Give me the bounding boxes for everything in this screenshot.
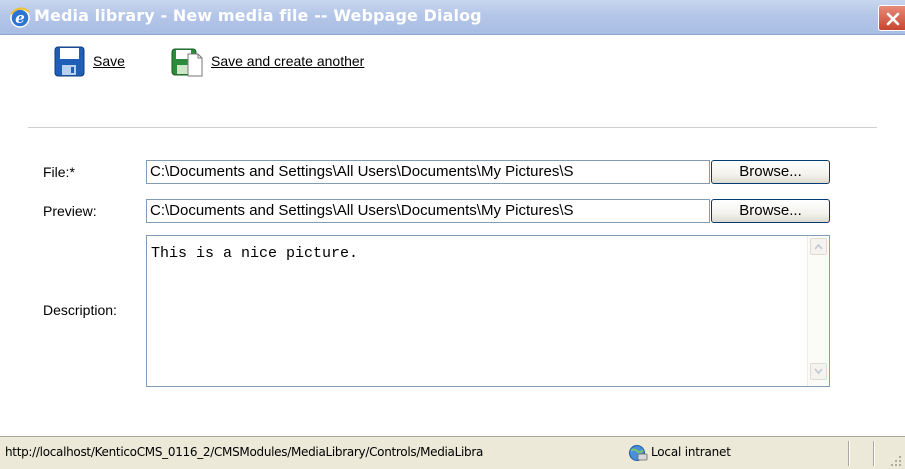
save-button[interactable]: Save [53, 44, 125, 78]
ie-icon: e [10, 7, 30, 28]
save-and-create-another-button[interactable]: Save and create another [171, 44, 364, 78]
save-and-create-another-label[interactable]: Save and create another [211, 53, 364, 69]
scroll-down-button[interactable] [810, 363, 827, 380]
description-scrollbar[interactable] [807, 236, 829, 386]
save-and-new-icon [171, 48, 203, 77]
preview-path-input[interactable]: C:\Documents and Settings\All Users\Docu… [146, 199, 710, 223]
file-browse-button[interactable]: Browse... [711, 160, 830, 184]
status-bar: http://localhost/KenticoCMS_0116_2/CMSMo… [0, 436, 905, 469]
description-textarea[interactable]: This is a nice picture. [146, 235, 830, 387]
chevron-up-icon [814, 243, 823, 250]
resize-grip-icon[interactable] [888, 453, 902, 467]
intranet-icon [629, 445, 648, 461]
file-path-input[interactable]: C:\Documents and Settings\All Users\Docu… [146, 160, 710, 184]
description-label: Description: [43, 302, 117, 318]
status-url: http://localhost/KenticoCMS_0116_2/CMSMo… [5, 445, 484, 459]
preview-label: Preview: [43, 203, 97, 219]
preview-browse-button[interactable]: Browse... [711, 199, 830, 223]
title-bar: e Media library - New media file -- Webp… [0, 0, 905, 35]
window-title: Media library - New media file -- Webpag… [34, 6, 482, 25]
chevron-down-icon [814, 368, 823, 375]
security-zone: Local intranet [651, 445, 731, 459]
save-icon [54, 46, 85, 77]
save-label[interactable]: Save [93, 53, 125, 69]
status-divider [848, 441, 850, 466]
svg-text:e: e [15, 9, 25, 27]
description-text[interactable]: This is a nice picture. [151, 245, 358, 262]
close-button[interactable] [878, 5, 905, 31]
status-divider [873, 441, 875, 466]
toolbar-divider [28, 127, 877, 128]
close-icon [886, 12, 900, 26]
scroll-up-button[interactable] [810, 238, 827, 255]
file-label: File:* [43, 164, 75, 180]
